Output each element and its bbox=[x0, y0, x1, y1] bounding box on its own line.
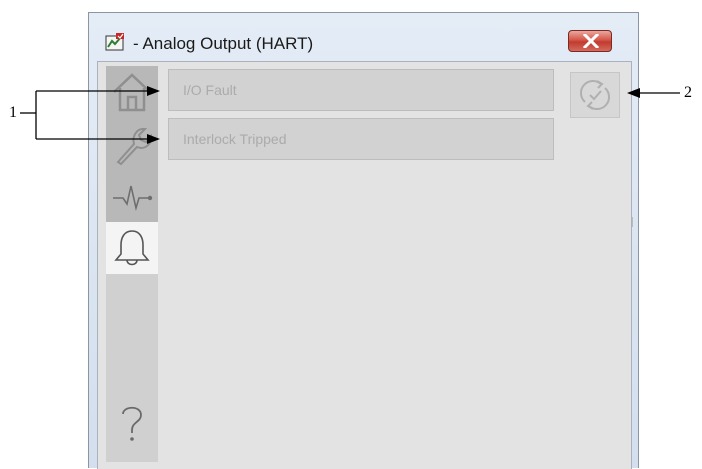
callout-lines bbox=[20, 86, 680, 144]
callout-1-upper-arrow bbox=[147, 86, 160, 96]
callout-2-arrow bbox=[627, 88, 640, 98]
callout-1-number: 1 bbox=[9, 104, 17, 121]
callout-1-lower-arrow bbox=[147, 134, 160, 144]
callout-2-number: 2 bbox=[684, 84, 692, 101]
